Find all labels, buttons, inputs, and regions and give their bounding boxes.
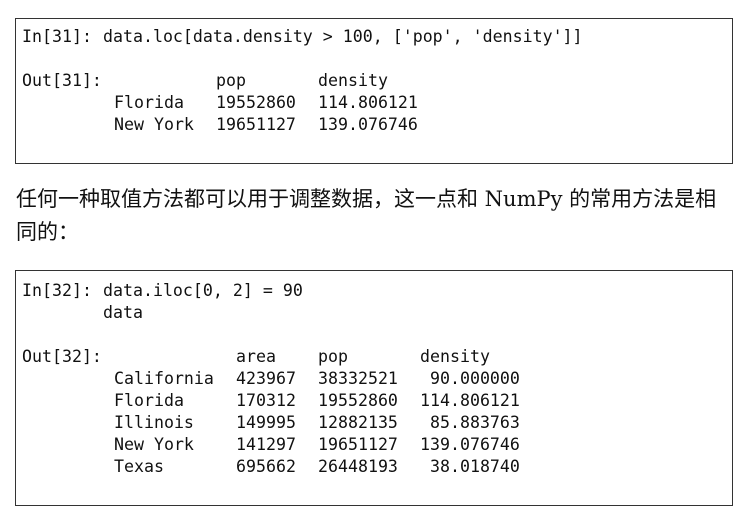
dataframe-31: pop density Florida 19552860 114.806121 … (114, 70, 418, 136)
table-cell: 170312 (236, 391, 296, 410)
table-cell: 26448193 (318, 457, 398, 476)
row-index: Texas (114, 457, 164, 476)
output-prompt-32: Out[32]: (22, 347, 102, 366)
table-cell: 149995 (236, 413, 296, 432)
row-index: Florida (114, 93, 184, 112)
column-header: pop (216, 71, 246, 90)
row-index: California (114, 369, 214, 388)
output-table-32: area pop density California 423967 38332… (114, 346, 520, 478)
input-prompt-32: In[32]: (22, 281, 92, 300)
table-cell: 90.000000 (420, 369, 520, 388)
row-index: Florida (114, 391, 184, 410)
output-prompt-31: Out[31]: (22, 71, 102, 90)
table-header-row: pop density (114, 70, 418, 92)
table-row: California 423967 38332521 90.000000 (114, 368, 520, 390)
table-cell: 19552860 (216, 93, 296, 112)
column-header: pop (318, 347, 348, 366)
column-header: density (420, 347, 490, 366)
table-cell: 139.076746 (318, 115, 418, 134)
row-index: New York (114, 435, 194, 454)
table-cell: 19651127 (318, 435, 398, 454)
table-row: New York 141297 19651127 139.076746 (114, 434, 520, 456)
table-cell: 12882135 (318, 413, 398, 432)
code-cell-31: In[31]: data.loc[data.density > 100, ['p… (15, 18, 733, 164)
dataframe-32: area pop density California 423967 38332… (114, 346, 520, 478)
input-code-32-line2: data (103, 303, 143, 322)
table-cell: 114.806121 (318, 93, 418, 112)
input-code-32-line1: data.iloc[0, 2] = 90 (103, 281, 303, 300)
table-cell: 38332521 (318, 369, 398, 388)
table-cell: 19552860 (318, 391, 398, 410)
table-cell: 38.018740 (420, 457, 520, 476)
input-code-31: data.loc[data.density > 100, ['pop', 'de… (103, 27, 583, 46)
table-cell: 19651127 (216, 115, 296, 134)
code-cell-32: In[32]: data.iloc[0, 2] = 90 data Out[32… (15, 270, 733, 506)
input-prompt-31: In[31]: (22, 27, 92, 46)
output-table-31: pop density Florida 19552860 114.806121 … (114, 70, 418, 136)
table-row: Florida 170312 19552860 114.806121 (114, 390, 520, 412)
table-cell: 114.806121 (420, 391, 520, 410)
table-header-row: area pop density (114, 346, 520, 368)
column-header: density (318, 71, 388, 90)
table-cell: 141297 (236, 435, 296, 454)
table-cell: 695662 (236, 457, 296, 476)
table-row: Illinois 149995 12882135 85.883763 (114, 412, 520, 434)
row-index: Illinois (114, 413, 194, 432)
table-cell: 139.076746 (420, 435, 520, 454)
row-index: New York (114, 115, 194, 134)
table-cell: 85.883763 (420, 413, 520, 432)
table-row: New York 19651127 139.076746 (114, 114, 418, 136)
table-row: Florida 19552860 114.806121 (114, 92, 418, 114)
column-header: area (236, 347, 276, 366)
table-cell: 423967 (236, 369, 296, 388)
index-header (114, 70, 216, 92)
table-row: Texas 695662 26448193 38.018740 (114, 456, 520, 478)
index-header (114, 346, 236, 368)
body-paragraph: 任何一种取值方法都可以用于调整数据，这一点和 NumPy 的常用方法是相同的： (16, 187, 717, 244)
